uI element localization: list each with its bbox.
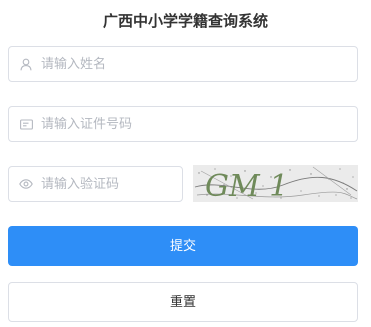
submit-button[interactable]: 提交 bbox=[8, 226, 358, 266]
idcard-field[interactable] bbox=[8, 106, 358, 142]
user-icon bbox=[19, 57, 33, 71]
query-page: 广西中小学学籍查询系统 请输入姓名 请输入证件号码 请输入验证码 GM 1 提交… bbox=[0, 0, 371, 327]
page-title: 广西中小学学籍查询系统 bbox=[102, 12, 268, 30]
id-card-icon bbox=[19, 117, 33, 131]
captcha-input[interactable] bbox=[41, 174, 182, 194]
captcha-field[interactable] bbox=[8, 166, 183, 202]
captcha-text: GM 1 bbox=[205, 169, 288, 202]
eye-icon bbox=[19, 177, 33, 191]
idcard-input[interactable] bbox=[41, 114, 357, 134]
name-field[interactable] bbox=[8, 46, 358, 82]
reset-button[interactable]: 重置 bbox=[8, 282, 358, 322]
name-input[interactable] bbox=[41, 54, 357, 74]
captcha-image[interactable]: GM 1 bbox=[193, 165, 358, 202]
